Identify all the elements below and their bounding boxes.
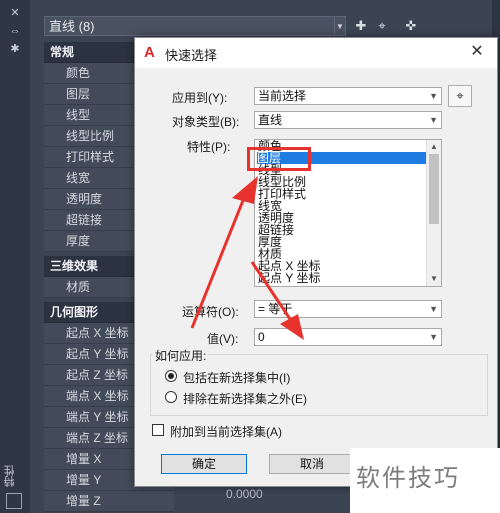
list-item[interactable]: 超链接 <box>258 224 428 236</box>
palette-vertical-label: 特性 <box>4 465 16 487</box>
apply-to-value: 当前选择 <box>258 89 307 103</box>
append-checkbox[interactable] <box>152 424 164 436</box>
radio-include[interactable] <box>165 370 177 382</box>
crosshair-icon: ⌖ <box>456 88 464 103</box>
object-type-combo[interactable]: 直线 ▼ <box>254 111 442 129</box>
scroll-thumb[interactable] <box>429 154 439 224</box>
list-item[interactable]: 起点 Y 坐标 <box>258 272 428 284</box>
how-to-apply-title: 如何应用: <box>153 347 209 364</box>
properties-label: 特性(P): <box>187 140 231 154</box>
radio-exclude[interactable] <box>165 391 177 403</box>
list-item[interactable]: 厚度 <box>258 236 428 248</box>
quick-select-dialog: A 快速选择 ✕ 应用到(Y): 当前选择 ▼ ⌖ 对象类型(B): 直线 ▼ … <box>134 37 498 487</box>
pickadd-icon[interactable]: ✜ <box>402 17 420 35</box>
dialog-titlebar[interactable]: A 快速选择 ✕ <box>135 38 497 68</box>
apply-to-combo[interactable]: 当前选择 ▼ <box>254 87 442 105</box>
watermark-text: 软件技巧 <box>356 465 460 492</box>
object-type-value: 直线 <box>258 113 283 127</box>
chevron-down-icon: ▼ <box>429 91 438 101</box>
settings-icon[interactable]: ✱ <box>8 42 22 56</box>
annotation-highlight-box <box>247 147 311 171</box>
pin-icon[interactable]: ⇔ <box>8 24 22 38</box>
radio-exclude-label[interactable]: 排除在新选择集之外(E) <box>183 390 307 407</box>
palette-options-icon[interactable] <box>6 493 22 509</box>
chevron-down-icon[interactable]: ▼ <box>334 16 346 36</box>
chevron-down-icon[interactable]: ▼ <box>427 272 441 286</box>
delta-z-value[interactable]: 0.0000 <box>226 487 263 501</box>
quick-select-icon[interactable]: ✚ <box>352 17 370 35</box>
autocad-logo-icon: A <box>144 44 155 61</box>
apply-to-label: 应用到(Y): <box>172 91 228 105</box>
value-label: 值(V): <box>207 332 239 346</box>
cancel-button[interactable]: 取消 <box>269 454 355 474</box>
object-selector[interactable]: 直线 (8) <box>44 16 344 36</box>
append-checkbox-label[interactable]: 附加到当前选择集(A) <box>170 423 282 440</box>
close-icon[interactable]: ✕ <box>8 6 22 20</box>
dialog-title: 快速选择 <box>165 48 218 63</box>
object-type-label: 对象类型(B): <box>172 115 240 129</box>
chevron-down-icon: ▼ <box>429 115 438 125</box>
dialog-close-button[interactable]: ✕ <box>467 42 487 62</box>
select-objects-button[interactable]: ⌖ <box>448 85 472 107</box>
operator-value: = 等于 <box>258 302 293 316</box>
chevron-down-icon: ▼ <box>429 332 438 342</box>
operator-combo[interactable]: = 等于 ▼ <box>254 300 442 318</box>
value-value: 0 <box>258 330 265 344</box>
list-item[interactable]: 打印样式 <box>258 188 428 200</box>
listbox-scrollbar[interactable]: ▲ ▼ <box>426 140 441 286</box>
value-combo[interactable]: 0 ▼ <box>254 328 442 346</box>
prop-delta-z[interactable]: 增量 Z <box>44 491 174 512</box>
palette-strip: ✕ ⇔ ✱ 特性 <box>0 0 31 513</box>
chevron-up-icon[interactable]: ▲ <box>427 140 441 154</box>
chevron-down-icon: ▼ <box>429 304 438 314</box>
radio-include-label[interactable]: 包括在新选择集中(I) <box>183 369 290 386</box>
select-objects-icon[interactable]: ⌖ <box>373 17 391 35</box>
operator-label: 运算符(O): <box>182 305 239 319</box>
ok-button[interactable]: 确定 <box>161 454 247 474</box>
